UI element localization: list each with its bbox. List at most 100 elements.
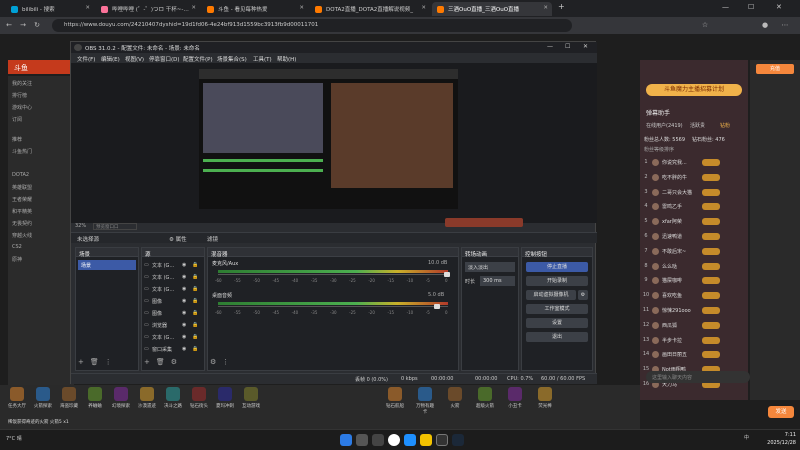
lock-icon[interactable]: 🔒	[192, 322, 198, 328]
menu-docks[interactable]: 停靠窗口(D)	[149, 55, 180, 63]
start-recording-button[interactable]: 开始录制	[526, 276, 588, 286]
sidebar-item-valorant[interactable]: 无畏契约	[12, 220, 72, 228]
rank-row[interactable]: 14 画田日丽五	[640, 350, 748, 360]
tab-diamond[interactable]: 钻粉	[720, 122, 730, 129]
sidebar-item-games[interactable]: 游戏中心	[12, 104, 72, 112]
sidebar-item-cs2[interactable]: CS2	[12, 244, 72, 252]
sidebar-item-dota2[interactable]: DOTA2	[12, 172, 72, 180]
gift-item[interactable]: 沙漠遗迹	[136, 387, 158, 417]
source-item[interactable]: ▭ 窗口采集 ◉ 🔒	[142, 344, 203, 354]
trash-icon[interactable]: 🗑	[90, 358, 105, 366]
rank-row[interactable]: 8 么么哒	[640, 262, 748, 272]
weather-widget[interactable]: 7°C 晴	[6, 435, 22, 442]
menu-file[interactable]: 文件(F)	[77, 55, 95, 63]
eye-icon[interactable]: ◉	[182, 322, 186, 328]
new-tab-button[interactable]: +	[558, 2, 565, 11]
trash-icon[interactable]: 🗑	[156, 358, 171, 366]
edge-icon[interactable]	[404, 434, 416, 446]
forward-icon[interactable]: →	[18, 20, 28, 30]
close-icon[interactable]: ✕	[299, 5, 304, 11]
gift-item[interactable]: 海盗珍藏	[58, 387, 80, 417]
sidebar-item-recommend[interactable]: 推荐	[12, 136, 72, 144]
rank-row[interactable]: 2 吃不胖的牛	[640, 173, 748, 183]
rank-row[interactable]: 11 惊悚291ooo	[640, 306, 748, 316]
star-icon[interactable]: ☆	[700, 20, 710, 30]
add-icon[interactable]: +	[78, 358, 90, 366]
settings-button[interactable]: 设置	[526, 318, 588, 328]
maximize-icon[interactable]: ☐	[748, 3, 754, 11]
sidebar-item-follow[interactable]: 我的关注	[12, 80, 72, 88]
preview-canvas[interactable]	[199, 69, 458, 209]
steam-icon[interactable]	[452, 434, 464, 446]
rank-row[interactable]: 10 喜欢吃鱼	[640, 291, 748, 301]
gear-icon[interactable]: ⚙	[210, 358, 222, 366]
lock-icon[interactable]: 🔒	[192, 274, 198, 280]
settings-icon[interactable]: ⋮	[105, 358, 118, 366]
rank-row[interactable]: 1 你说究我...	[640, 158, 748, 168]
source-item[interactable]: ▭文本 (GDI+) ◉ 🔒	[142, 284, 203, 294]
clock-date[interactable]: 2025/12/28	[760, 440, 796, 446]
source-item[interactable]: ▭ 图像 ◉ 🔒	[142, 308, 203, 318]
menu-view[interactable]: 视图(V)	[125, 55, 144, 63]
close-window-icon[interactable]: ✕	[776, 3, 782, 11]
virtual-camera-button[interactable]: 启动虚拟摄像机	[526, 290, 576, 300]
menu-icon[interactable]: ⋮	[222, 358, 235, 366]
rank-row[interactable]: 6 迅速鸭道	[640, 232, 748, 242]
eye-icon[interactable]: ◉	[182, 298, 186, 304]
gift-item[interactable]: 万物有趣卡	[414, 387, 436, 417]
douyu-logo[interactable]: 斗鱼	[8, 60, 78, 74]
clock-time[interactable]: 7:11	[760, 432, 796, 438]
maximize-icon[interactable]: ☐	[565, 43, 570, 50]
scene-item[interactable]: 场景	[78, 260, 136, 270]
tab-active[interactable]: 活跃贵	[690, 122, 705, 129]
rank-row[interactable]: 3 二哥只会大猫	[640, 188, 748, 198]
sidebar-item-hot[interactable]: 斗鱼热门	[12, 148, 72, 156]
gift-item[interactable]: 互动游戏	[240, 387, 262, 417]
eye-icon[interactable]: ◉	[182, 262, 186, 268]
eye-icon[interactable]: ◉	[182, 346, 186, 352]
lock-icon[interactable]: 🔒	[192, 262, 198, 268]
rank-row[interactable]: 13 半步卡拉	[640, 336, 748, 346]
search-icon[interactable]	[356, 434, 368, 446]
volume-slider[interactable]	[434, 304, 440, 309]
sidebar-item-rank[interactable]: 排行榜	[12, 92, 72, 100]
preview-dropdown[interactable]: 预览窗口口	[93, 223, 137, 230]
sidebar-item-cf[interactable]: 穿越火线	[12, 232, 72, 240]
source-item[interactable]: ▭ 浏览器 ◉ 🔒	[142, 320, 203, 330]
gift-item[interactable]: 钻石街头	[188, 387, 210, 417]
eye-icon[interactable]: ◉	[182, 274, 186, 280]
gift-item[interactable]: 决斗之路	[162, 387, 184, 417]
file-explorer-icon[interactable]	[420, 434, 432, 446]
volume-slider[interactable]	[444, 272, 450, 277]
menu-icon[interactable]: ⋯	[780, 20, 790, 30]
gift-item[interactable]: 养蛐蛐	[84, 387, 106, 417]
source-item[interactable]: ▭文本 (GDI+) ◉ 🔒	[142, 260, 203, 270]
menu-edit[interactable]: 编辑(E)	[101, 55, 120, 63]
address-bar[interactable]: https://www.douyu.com/24210407dyshid=19d…	[52, 19, 572, 32]
eye-icon[interactable]: ◉	[182, 310, 186, 316]
rank-row[interactable]: 12 西瓜狐	[640, 321, 748, 331]
add-icon[interactable]: +	[144, 358, 156, 366]
browser-tab-3[interactable]: DOTA2直播_DOTA2直播解说视频_ ✕	[310, 2, 430, 16]
profile-icon[interactable]: ●	[760, 20, 770, 30]
stop-streaming-button[interactable]: 停止直播	[526, 262, 588, 272]
chrome-icon[interactable]	[388, 434, 400, 446]
lock-icon[interactable]: 🔒	[192, 346, 198, 352]
gift-item[interactable]: 超级火箭	[474, 387, 496, 417]
gift-item[interactable]: 幻境探索	[110, 387, 132, 417]
browser-tab-0[interactable]: bilibili - 搜索 ✕	[6, 2, 94, 16]
eye-icon[interactable]: ◉	[182, 334, 186, 340]
gear-icon[interactable]: ⚙	[578, 290, 588, 300]
lock-icon[interactable]: 🔒	[192, 334, 198, 340]
rank-row[interactable]: 4 雷鸣乙手	[640, 202, 748, 212]
gift-item[interactable]: 荧光棒	[534, 387, 556, 417]
source-item[interactable]: ▭ 图像 ◉ 🔒	[142, 296, 203, 306]
lock-icon[interactable]: 🔒	[192, 286, 198, 292]
browser-tab-4[interactable]: 三酒OuO直播_三酒OuO直播 ✕	[432, 2, 552, 16]
banner[interactable]: 斗鱼魔力主播招募计划	[646, 84, 742, 96]
minimize-icon[interactable]: —	[722, 3, 729, 11]
filters-button[interactable]: 滤镜	[207, 235, 218, 243]
close-icon[interactable]: ✕	[583, 43, 588, 50]
gift-item[interactable]: 钻石航船	[384, 387, 406, 417]
reload-icon[interactable]: ↻	[32, 20, 42, 30]
